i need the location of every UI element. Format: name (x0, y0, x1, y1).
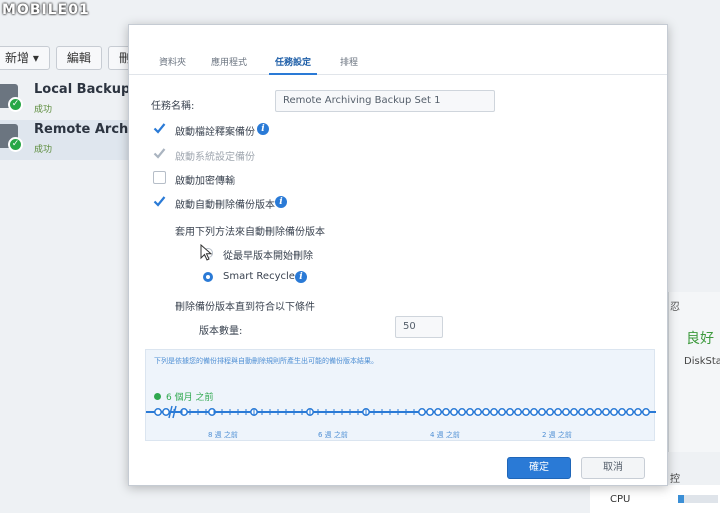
timeline-track (146, 405, 656, 419)
dialog-tabs: 資料夾 應用程式 任務設定 排程 (129, 25, 667, 75)
task-name-label: 任務名稱: (151, 101, 195, 112)
backup-version-marker (466, 408, 474, 416)
mouse-cursor-icon (200, 244, 213, 261)
backup-version-marker (562, 408, 570, 416)
backup-version-marker (458, 408, 466, 416)
backup-version-marker (522, 408, 530, 416)
smart-recycle-label: Smart Recycle (223, 271, 295, 282)
checkmark-icon (153, 148, 166, 159)
timeline-start-marker (154, 393, 161, 400)
backup-version-marker (490, 408, 498, 416)
task-status: 成功 (34, 145, 53, 155)
backup-version-marker (554, 408, 562, 416)
encryption-label: 啟動加密傳輸 (175, 176, 235, 187)
checkmark-icon (153, 123, 166, 134)
health-panel (668, 292, 720, 452)
edit-button[interactable]: 編輯 (55, 46, 102, 70)
disk-station-label: DiskSta (684, 356, 720, 367)
backup-version-marker (498, 408, 506, 416)
health-status: 良好 (686, 331, 714, 347)
backup-task-dialog: 資料夾 應用程式 任務設定 排程 任務名稱: Remote Archiving … (128, 24, 668, 486)
cpu-label: CPU (610, 494, 631, 505)
backup-version-marker (482, 408, 490, 416)
backup-version-marker (546, 408, 554, 416)
info-icon[interactable]: i (257, 123, 269, 135)
backup-version-marker (426, 408, 434, 416)
metadata-backup-label: 啟動檔詮釋案備份 (175, 127, 255, 138)
backup-version-marker (162, 408, 170, 416)
task-status: 成功 (34, 105, 53, 115)
backup-version-marker (626, 408, 634, 416)
timeline-tick-label: 4 週 之前 (430, 431, 460, 439)
success-check-icon: ✓ (8, 137, 23, 152)
resource-monitor-heading: 控 (670, 474, 680, 485)
cpu-usage-fill (678, 495, 684, 503)
create-button[interactable]: 新增 ▾ (0, 46, 50, 70)
backup-version-marker (618, 408, 626, 416)
tab-schedule[interactable]: 排程 (340, 55, 358, 68)
system-config-backup-label: 啟動系統設定備份 (175, 152, 255, 163)
metadata-backup-checkbox[interactable] (153, 122, 166, 135)
system-config-backup-checkbox (153, 147, 166, 160)
backup-version-marker (514, 408, 522, 416)
backup-version-marker (506, 408, 514, 416)
info-icon[interactable]: i (295, 271, 307, 283)
backup-version-marker (570, 408, 578, 416)
ok-button[interactable]: 確定 (507, 457, 571, 479)
backup-version-marker (442, 408, 450, 416)
timeline-tick-label: 6 週 之前 (318, 431, 348, 439)
earliest-version-label: 從最早版本開始刪除 (223, 251, 313, 262)
backup-version-marker (578, 408, 586, 416)
tab-task-settings[interactable]: 任務設定 (275, 55, 311, 68)
backup-version-marker (642, 408, 650, 416)
backup-version-marker (586, 408, 594, 416)
backup-version-marker (154, 408, 162, 416)
backup-version-marker (418, 408, 426, 416)
condition-intro: 刪除備份版本直到符合以下條件 (175, 302, 315, 313)
backup-version-marker (474, 408, 482, 416)
backup-version-marker (530, 408, 538, 416)
checkmark-icon (153, 196, 166, 207)
encryption-checkbox[interactable] (153, 171, 166, 184)
timeline-description: 下列是依據您的備份排程與自動刪除規則所產生出可能的備份版本結果。 (154, 357, 378, 365)
backup-version-marker (610, 408, 618, 416)
task-name-input[interactable]: Remote Archiving Backup Set 1 (275, 90, 495, 112)
backup-version-marker (594, 408, 602, 416)
backup-version-marker (450, 408, 458, 416)
version-count-input[interactable]: 50 (395, 316, 443, 338)
cancel-button[interactable]: 取消 (581, 457, 645, 479)
version-count-label: 版本數量: (199, 326, 243, 337)
backup-version-marker (538, 408, 546, 416)
cpu-usage-bar (678, 495, 718, 503)
success-check-icon: ✓ (8, 97, 23, 112)
active-tab-indicator (269, 73, 317, 75)
info-icon[interactable]: i (275, 196, 287, 208)
version-timeline-preview: 下列是依據您的備份排程與自動刪除規則所產生出可能的備份版本結果。 6 個月 之前… (145, 349, 656, 441)
backup-version-marker (602, 408, 610, 416)
backup-version-marker (634, 408, 642, 416)
task-row-local-backup[interactable]: ✓ Local Backup S 成功 (0, 80, 144, 120)
tab-applications[interactable]: 應用程式 (211, 55, 247, 68)
auto-delete-label: 啟動自動刪除備份版本 (175, 200, 275, 211)
timeline-tick-label: 8 週 之前 (208, 431, 238, 439)
timeline-tick-label: 2 週 之前 (542, 431, 572, 439)
tab-folders[interactable]: 資料夾 (159, 55, 186, 68)
rotation-intro: 套用下列方法來自動刪除備份版本 (175, 227, 325, 238)
task-row-remote-archiving[interactable]: ✓ Remote Archivi 成功 (0, 120, 146, 160)
auto-delete-checkbox[interactable] (153, 195, 166, 208)
smart-recycle-radio[interactable] (203, 272, 213, 282)
panel-heading: 忍 (670, 302, 680, 313)
backup-version-marker (434, 408, 442, 416)
watermark: MOBILE01 (2, 2, 90, 18)
